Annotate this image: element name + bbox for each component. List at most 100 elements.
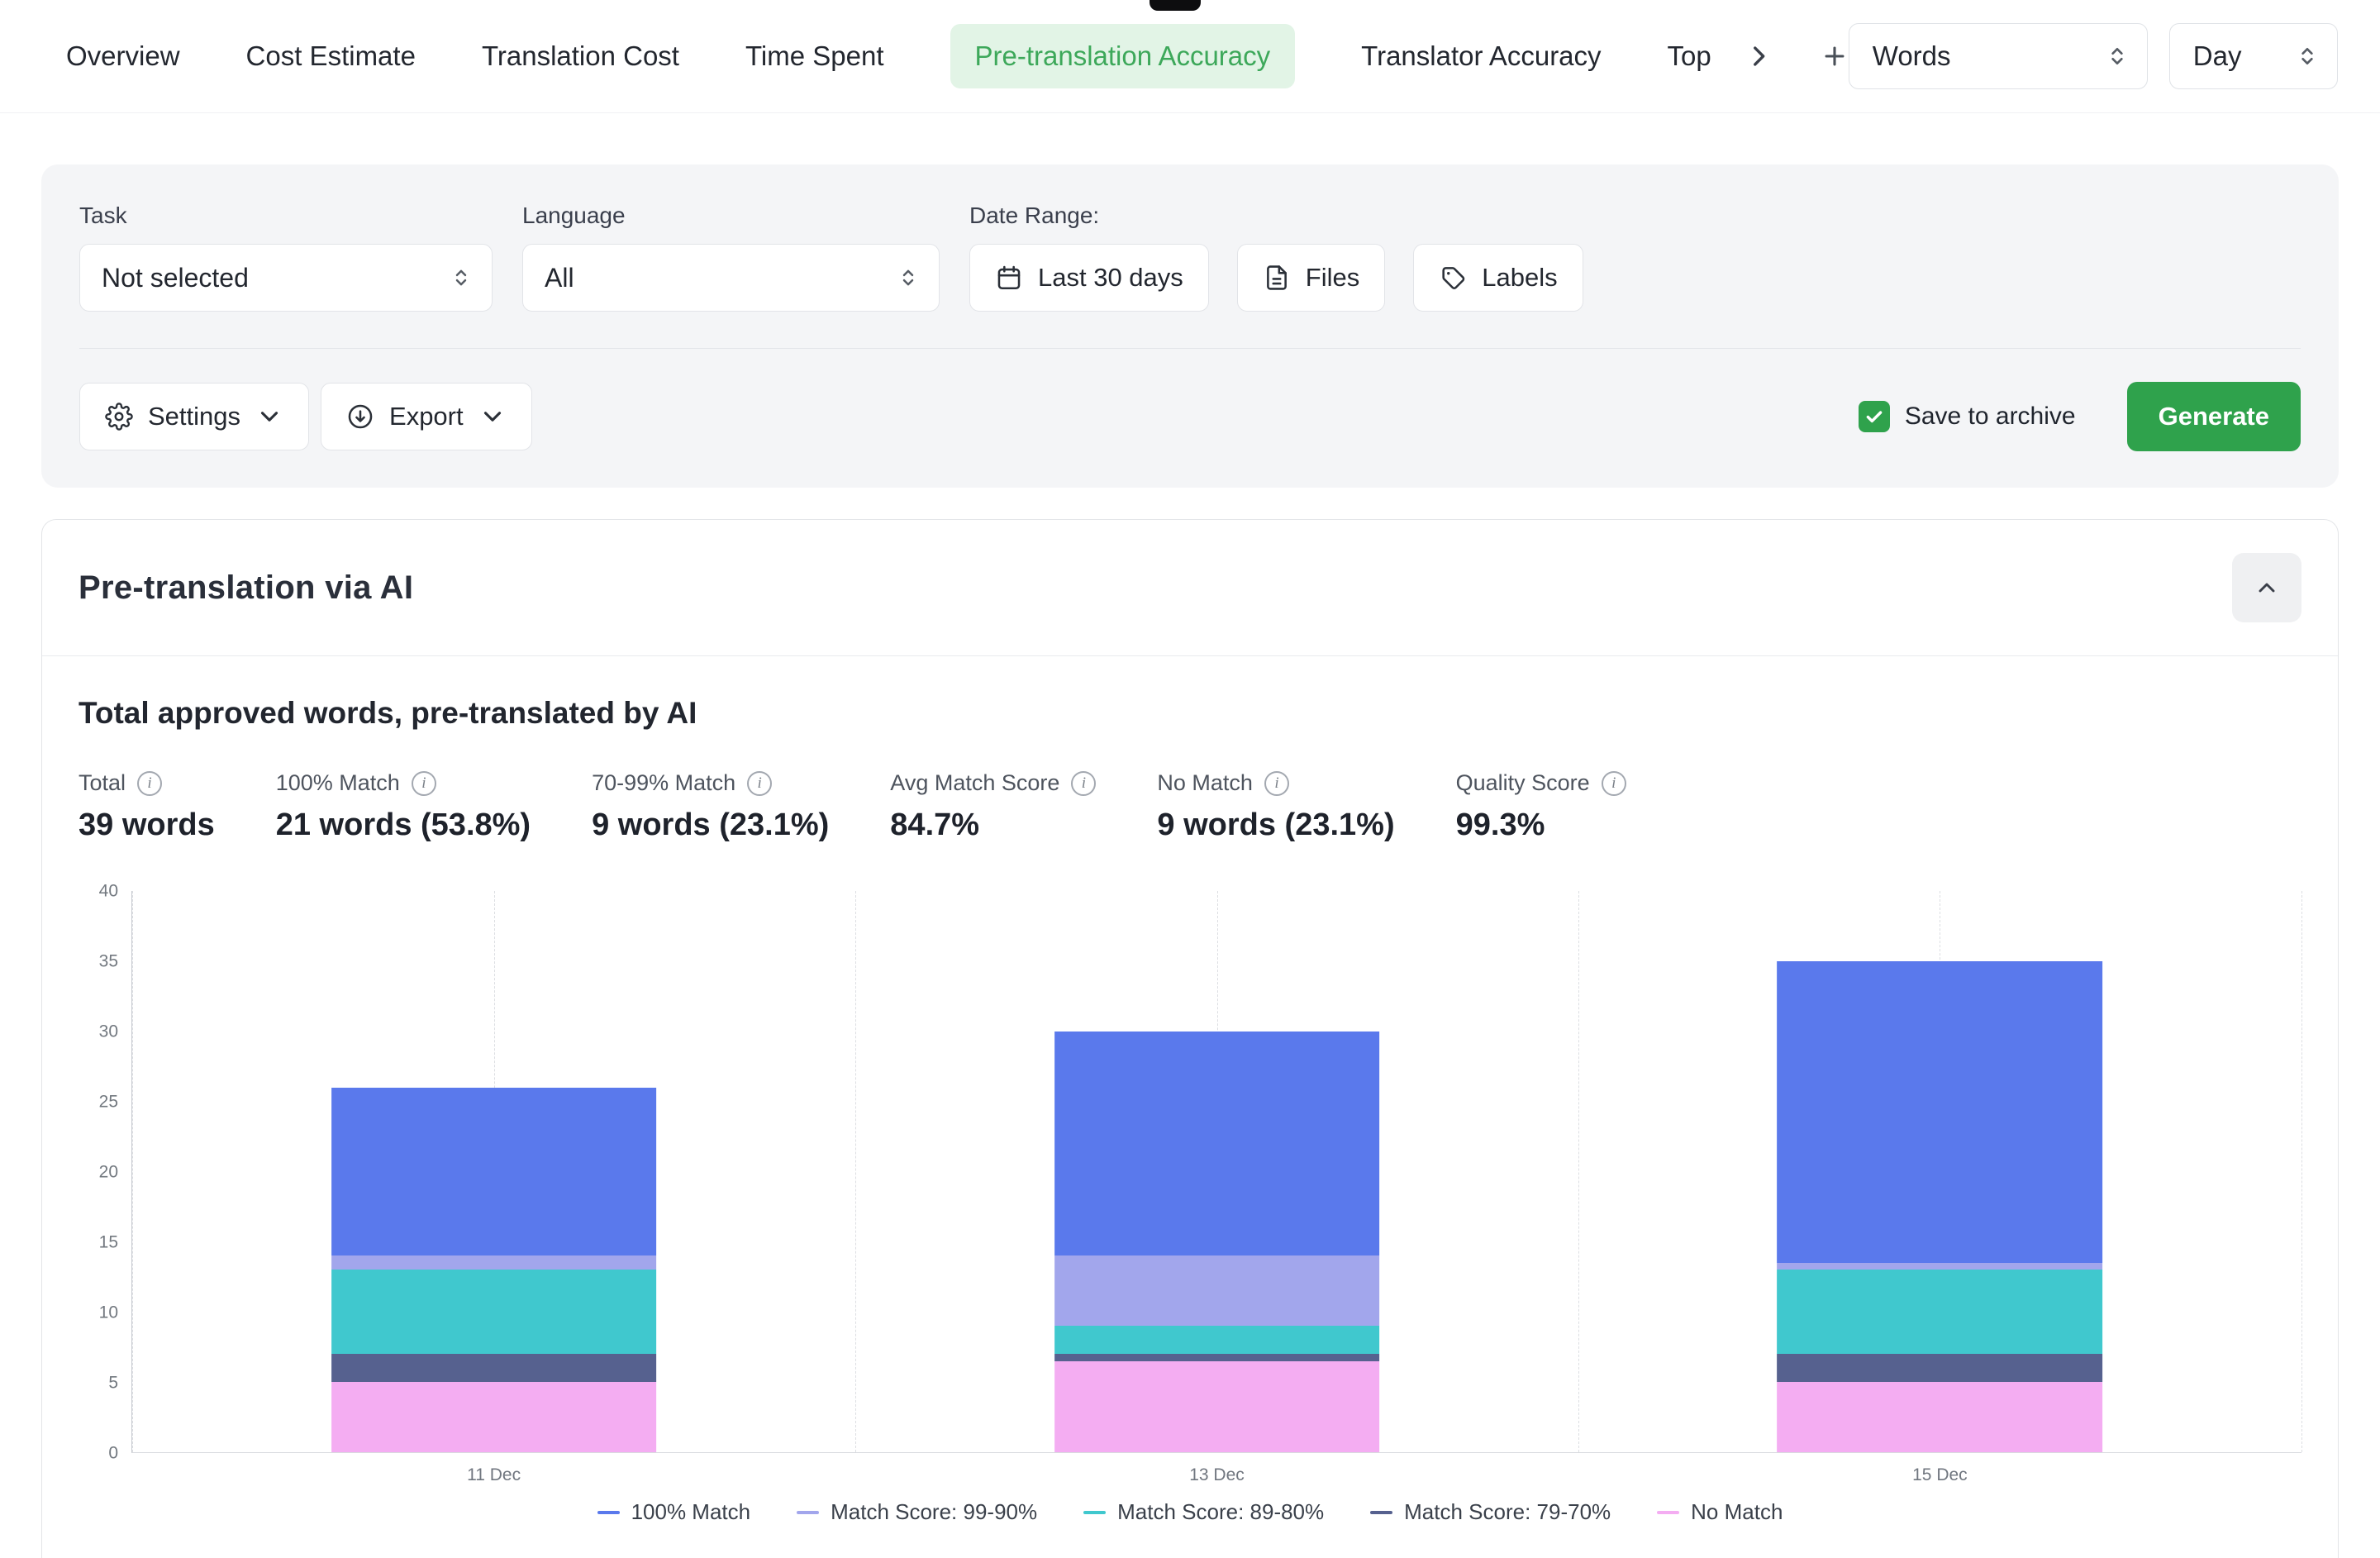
date-range-filter-group: Date Range: Last 30 days Files Labels [969,202,1583,312]
tag-icon [1439,264,1467,292]
legend-swatch [1370,1511,1392,1514]
legend-swatch [1657,1511,1679,1514]
section-title: Total approved words, pre-translated by … [79,696,2301,731]
report-tab-bar: Overview Cost Estimate Translation Cost Tim… [0,0,2380,113]
tab-time-spent[interactable]: Time Spent [745,40,884,72]
export-button[interactable]: Export [321,383,532,450]
bar-segment-no-match-15-dec [1778,1382,2103,1452]
y-tick-label: 35 [99,953,118,970]
info-icon[interactable]: i [137,771,162,796]
task-select-value: Not selected [102,263,249,293]
bar-segment-match-score-79-70-13-dec [1054,1354,1380,1360]
legend-label: 100% Match [631,1499,751,1525]
bar-segment-no-match-13-dec [1054,1361,1380,1452]
stat-no-match: No Matchi9 words (23.1%) [1157,770,1394,843]
chevron-right-icon [1745,42,1773,70]
bar-segment-match-score-99-90-11-dec [331,1255,657,1270]
stat-value: 84.7% [890,808,1096,843]
language-filter-group: Language All [522,202,940,312]
export-icon [346,403,374,431]
legend-item-no-match[interactable]: No Match [1657,1499,1783,1525]
select-arrows-icon [2104,43,2130,69]
info-icon[interactable]: i [1071,771,1096,796]
settings-button[interactable]: Settings [79,383,309,450]
export-button-label: Export [389,402,464,431]
bar-segment-match-score-89-80-11-dec [331,1270,657,1354]
stat-value: 9 words (23.1%) [592,808,829,843]
collapse-card-button[interactable] [2232,553,2301,622]
tab-translation-cost[interactable]: Translation Cost [482,40,679,72]
tab-pre-translation-accuracy[interactable]: Pre-translation Accuracy [950,24,1296,88]
legend-item-match-score-99-90[interactable]: Match Score: 99-90% [797,1499,1037,1525]
save-to-archive-checkbox[interactable]: Save to archive [1859,401,2076,432]
stat-label: No Matchi [1157,770,1394,796]
tab-overview[interactable]: Overview [66,40,180,72]
legend-label: Match Score: 99-90% [831,1499,1037,1525]
unit-select-value: Words [1873,40,1951,72]
stat-100-match: 100% Matchi 21 words (53.8%) [276,770,531,843]
period-select-value: Day [2193,40,2242,72]
stat-label: 100% Matchi [276,770,531,796]
language-select[interactable]: All [522,244,940,312]
bar-segment-100-match-11-dec [331,1088,657,1256]
gridline [855,891,856,1452]
x-tick-label: 15 Dec [1912,1465,1968,1485]
info-icon[interactable]: i [747,771,772,796]
card-title: Pre-translation via AI [79,569,413,607]
date-range-button[interactable]: Last 30 days [969,244,1209,312]
stat-label: Totali [79,770,215,796]
y-tick-label: 15 [99,1234,118,1251]
settings-button-label: Settings [148,402,240,431]
select-arrows-icon [896,265,921,290]
legend-item-100-match[interactable]: 100% Match [597,1499,751,1525]
x-tick-label: 11 Dec [467,1465,521,1485]
checkbox-checked-icon [1859,401,1890,432]
legend-item-match-score-89-80[interactable]: Match Score: 89-80% [1083,1499,1324,1525]
period-select[interactable]: Day [2169,23,2338,89]
tab-translator-accuracy[interactable]: Translator Accuracy [1361,40,1601,72]
task-select[interactable]: Not selected [79,244,493,312]
view-selects: Words Day [1849,23,2338,89]
labels-button[interactable]: Labels [1413,244,1583,312]
stat-value: 21 words (53.8%) [276,808,531,843]
stacked-bar-chart: 0510152025303540 11 Dec13 Dec15 Dec [79,891,2301,1453]
stat-label: 70-99% Matchi [592,770,829,796]
y-tick-label: 25 [99,1093,118,1111]
bar-segment-match-score-89-80-15-dec [1778,1270,2103,1354]
task-filter-group: Task Not selected [79,202,493,312]
tab-top[interactable]: Top [1668,40,1711,72]
tab-list: Overview Cost Estimate Translation Cost Tim… [66,24,1711,88]
y-tick-label: 10 [99,1304,118,1322]
legend-swatch [597,1511,620,1514]
pre-translation-card: Pre-translation via AI Total approved wo… [41,519,2339,1558]
filter-panel: Task Not selected Language All Date Rang… [41,164,2339,488]
info-icon[interactable]: i [1602,771,1626,796]
bar-segment-match-score-99-90-15-dec [1778,1263,2103,1270]
bar-segment-match-score-79-70-11-dec [331,1354,657,1382]
gridline [1578,891,1579,1452]
tabs-scroll-right-button[interactable] [1745,32,1773,80]
task-label: Task [79,202,493,229]
stat-quality-score: Quality Scorei99.3% [1456,770,1626,843]
generate-button[interactable]: Generate [2127,382,2301,451]
legend-label: Match Score: 79-70% [1404,1499,1611,1525]
y-tick-label: 5 [108,1375,118,1392]
info-icon[interactable]: i [412,771,436,796]
add-report-tab-button[interactable] [1821,32,1849,80]
select-arrows-icon [2294,43,2320,69]
y-tick-label: 40 [99,883,118,900]
tab-cost-estimate[interactable]: Cost Estimate [246,40,416,72]
bar-segment-100-match-13-dec [1054,1032,1380,1256]
chart-legend: 100% Match Match Score: 99-90% Match Score… [79,1499,2301,1525]
files-button[interactable]: Files [1237,244,1385,312]
gear-icon [105,403,133,431]
stat-70-99-match: 70-99% Matchi 9 words (23.1%) [592,770,829,843]
info-icon[interactable]: i [1264,771,1289,796]
legend-item-match-score-79-70[interactable]: Match Score: 79-70% [1370,1499,1611,1525]
select-arrows-icon [449,265,474,290]
date-range-value: Last 30 days [1038,263,1183,293]
plot-area: 11 Dec13 Dec15 Dec [131,891,2301,1453]
y-tick-label: 20 [99,1164,118,1181]
stat-label: Quality Scorei [1456,770,1626,796]
unit-select[interactable]: Words [1849,23,2148,89]
